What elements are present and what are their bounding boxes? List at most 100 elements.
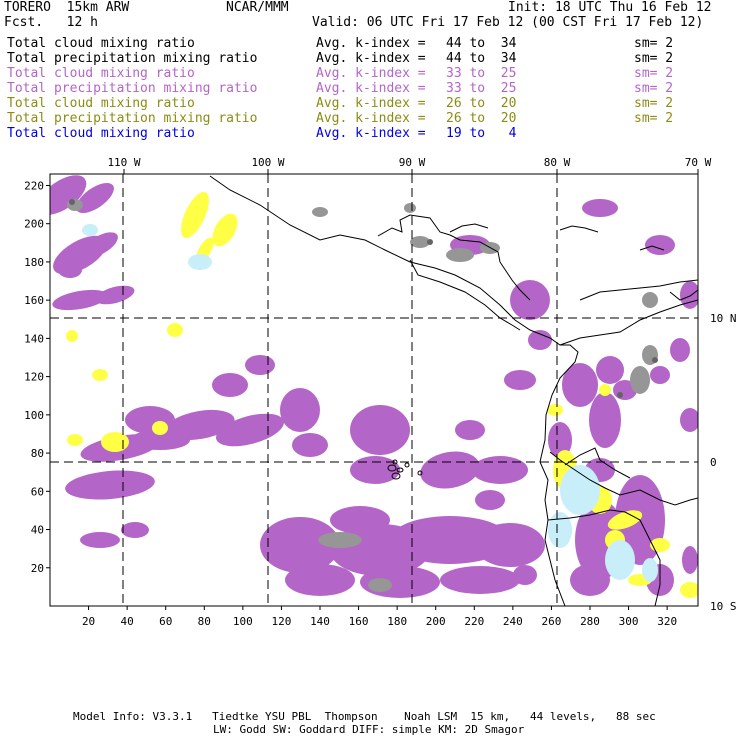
- island: [404, 462, 410, 468]
- field-blob-purple: [670, 338, 690, 362]
- field-blob-yellow: [92, 369, 108, 381]
- field-blob-purple: [570, 564, 610, 596]
- field-blob-gray: [312, 207, 328, 217]
- y-tick-label: 180: [24, 256, 44, 269]
- field-blob-purple: [350, 456, 400, 484]
- field-blob-purple: [80, 532, 120, 548]
- field-blob-purple: [280, 388, 320, 432]
- field-blob-blue: [82, 224, 98, 236]
- x-tick-label: 180: [387, 615, 407, 628]
- field-blob-blue: [560, 465, 600, 515]
- field-blob-purple: [475, 523, 545, 567]
- map-panel: 110 W 100 W 90 W 80 W 70 W 10 N 0 10 S 20 40 60 80 1…: [24, 156, 737, 628]
- field-blob-purple: [582, 199, 618, 217]
- field-blob-dark: [617, 392, 623, 398]
- field-blob-gray: [630, 366, 650, 394]
- field-blob-purple: [455, 420, 485, 440]
- x-tick-label: 240: [503, 615, 523, 628]
- field-blob-purple: [504, 370, 536, 390]
- field-blob-purple: [95, 285, 135, 305]
- field-blob-purple: [596, 356, 624, 384]
- field-blob-yellow: [181, 191, 209, 239]
- field-blob-yellow: [67, 434, 83, 446]
- field-blob-yellow: [547, 404, 563, 416]
- field-blob-blue: [642, 558, 658, 582]
- y-tick-label: 140: [24, 332, 44, 345]
- x-tick-label: 300: [619, 615, 639, 628]
- field-blob-purple: [650, 366, 670, 384]
- field-blob-purple: [472, 456, 528, 484]
- latitude-label: 10 S: [710, 600, 737, 613]
- y-tick-label: 160: [24, 294, 44, 307]
- x-tick-label: 260: [541, 615, 561, 628]
- field-blob-dark: [652, 357, 658, 363]
- field-blob-purple: [528, 330, 552, 350]
- field-blob-purple: [65, 470, 155, 500]
- y-tick-label: 100: [24, 409, 44, 422]
- field-blob-dark: [69, 199, 75, 205]
- x-tick-label: 140: [310, 615, 330, 628]
- longitude-label: 90 W: [399, 156, 426, 169]
- longitude-label: 80 W: [544, 156, 571, 169]
- field-blob-yellow: [599, 384, 611, 396]
- model-info: Model Info: V3.3.1 Tiedtke YSU PBL Thomp…: [73, 710, 656, 723]
- field-blob-purple: [440, 566, 520, 594]
- field-blob-purple: [513, 565, 537, 585]
- x-tick-label: 80: [198, 615, 211, 628]
- field-blob-gray: [404, 203, 416, 213]
- field-blob-dark: [427, 239, 433, 245]
- field-blob-purple: [682, 546, 698, 574]
- map-fields: [50, 175, 698, 606]
- physics-info: LW: Godd SW: Goddard DIFF: simple KM: 2D…: [213, 723, 525, 736]
- field-blob-purple: [121, 522, 149, 538]
- x-tick-label: 20: [82, 615, 95, 628]
- field-blob-purple: [350, 405, 410, 455]
- coastline: [499, 317, 521, 331]
- x-tick-label: 100: [233, 615, 253, 628]
- field-blob-gray: [368, 578, 392, 592]
- field-blob-gray: [642, 292, 658, 308]
- field-blob-yellow: [152, 421, 168, 435]
- field-blob-purple: [292, 433, 328, 457]
- x-tick-label: 220: [464, 615, 484, 628]
- field-blob-purple: [245, 355, 275, 375]
- field-blob-purple: [589, 392, 621, 448]
- x-tick-label: 120: [271, 615, 291, 628]
- field-blob-purple: [645, 235, 675, 255]
- x-tick-label: 200: [426, 615, 446, 628]
- y-tick-label: 200: [24, 218, 44, 231]
- field-blob-purple: [475, 490, 505, 510]
- x-tick-label: 160: [349, 615, 369, 628]
- field-blob-purple: [330, 506, 390, 534]
- field-blob-yellow: [680, 582, 698, 598]
- y-tick-label: 80: [31, 447, 44, 460]
- longitude-label: 100 W: [251, 156, 284, 169]
- field-blob-blue: [605, 540, 635, 580]
- longitude-label: 110 W: [107, 156, 140, 169]
- coastline: [449, 223, 489, 233]
- y-tick-label: 220: [24, 179, 44, 192]
- x-tick-label: 280: [580, 615, 600, 628]
- field-blob-purple: [285, 564, 355, 596]
- field-blob-gray: [318, 532, 362, 548]
- y-tick-label: 40: [31, 524, 44, 537]
- field-blob-blue: [548, 512, 572, 548]
- latitude-label: 10 N: [710, 312, 737, 325]
- coastline: [409, 259, 501, 319]
- y-tick-label: 120: [24, 371, 44, 384]
- longitude-label: 70 W: [685, 156, 712, 169]
- field-blob-gray: [446, 248, 474, 262]
- field-blob-purple: [680, 281, 698, 309]
- coastline: [559, 225, 599, 233]
- field-blob-purple: [680, 408, 698, 432]
- y-tick-label: 60: [31, 485, 44, 498]
- field-blob-yellow: [167, 323, 183, 337]
- x-tick-label: 320: [657, 615, 677, 628]
- field-blob-purple: [212, 373, 248, 397]
- x-tick-label: 40: [121, 615, 134, 628]
- y-tick-label: 20: [31, 562, 44, 575]
- coastline: [559, 299, 698, 346]
- field-blob-yellow: [66, 330, 78, 342]
- latitude-label: 0: [710, 456, 717, 469]
- field-blob-purple: [58, 262, 82, 278]
